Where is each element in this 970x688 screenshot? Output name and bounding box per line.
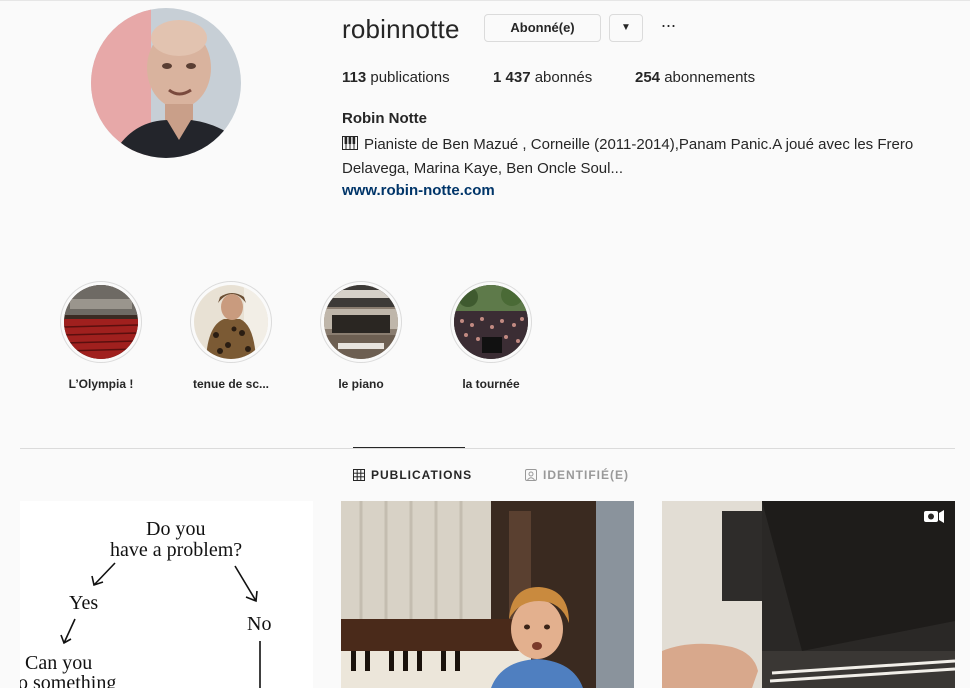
bio-line-1: Pianiste de Ben Mazué , Corneille (2011-… — [364, 136, 914, 153]
highlight-label: le piano — [338, 377, 384, 391]
highlight-olympia[interactable]: L’Olympia ! — [51, 281, 151, 391]
highlight-label: la tournée — [462, 377, 520, 391]
highlight-ring — [190, 281, 272, 363]
bio-line-2: Delavega, Marina Kaye, Ben Oncle Soul... — [342, 160, 623, 177]
highlight-label: tenue de sc... — [192, 377, 270, 391]
profile-username: robinnotte — [342, 14, 460, 44]
active-tab-indicator — [353, 447, 465, 448]
tab-tagged[interactable]: IDENTIFIÉ(E) — [525, 468, 629, 482]
flowchart-text: have a problem? — [110, 539, 243, 561]
website-link[interactable]: www.robin-notte.com — [342, 182, 495, 199]
tab-tagged-label: IDENTIFIÉ(E) — [543, 468, 629, 482]
highlight-ring — [60, 281, 142, 363]
suggestions-dropdown-button[interactable]: ▼ — [609, 14, 643, 42]
following-count: 254 — [635, 69, 661, 86]
tabs-divider — [20, 448, 955, 449]
highlight-piano[interactable]: le piano — [311, 281, 411, 391]
flowchart-text: No — [247, 613, 272, 635]
highlight-stage-outfit[interactable]: tenue de sc... — [181, 281, 281, 391]
posts-stat: 113 publications — [342, 69, 450, 86]
flowchart-text: Yes — [69, 592, 99, 614]
highlight-tour[interactable]: la tournée — [441, 281, 541, 391]
highlight-thumbnail — [194, 285, 268, 359]
tagged-user-icon — [525, 469, 537, 481]
following-button[interactable]: Abonné(e) — [484, 14, 601, 42]
posts-label: publications — [370, 69, 450, 86]
flowchart-text: Do you — [146, 518, 206, 540]
highlight-thumbnail — [454, 285, 528, 359]
top-border — [0, 0, 970, 1]
grid-icon — [353, 469, 365, 481]
flowchart-text: o something — [20, 672, 117, 688]
post-flowchart[interactable]: Do you have a problem? Yes No Can you o … — [20, 501, 313, 688]
highlight-thumbnail — [324, 285, 398, 359]
posts-count: 113 — [342, 69, 367, 86]
tab-publications-label: PUBLICATIONS — [371, 468, 473, 482]
followers-label: abonnés — [534, 69, 593, 86]
followers-stat[interactable]: 1 437 abonnés — [493, 69, 592, 86]
profile-avatar[interactable] — [91, 8, 241, 158]
chevron-down-icon: ▼ — [621, 22, 631, 33]
tab-publications[interactable]: PUBLICATIONS — [353, 468, 472, 482]
highlight-thumbnail — [64, 285, 138, 359]
more-icon: ··· — [660, 15, 677, 35]
post-child-piano-photo[interactable] — [341, 501, 634, 688]
highlight-ring — [450, 281, 532, 363]
profile-bio: Pianiste de Ben Mazué , Corneille (2011-… — [342, 133, 942, 181]
post-piano-video[interactable] — [662, 501, 955, 688]
highlight-ring — [320, 281, 402, 363]
highlight-label: L’Olympia ! — [68, 377, 134, 391]
followers-count: 1 437 — [493, 69, 531, 86]
following-stat[interactable]: 254 abonnements — [635, 69, 755, 86]
more-options-button[interactable]: ··· — [656, 12, 680, 40]
following-label: abonnements — [664, 69, 756, 86]
profile-full-name: Robin Notte — [342, 110, 427, 127]
piano-emoji-icon — [342, 136, 358, 150]
